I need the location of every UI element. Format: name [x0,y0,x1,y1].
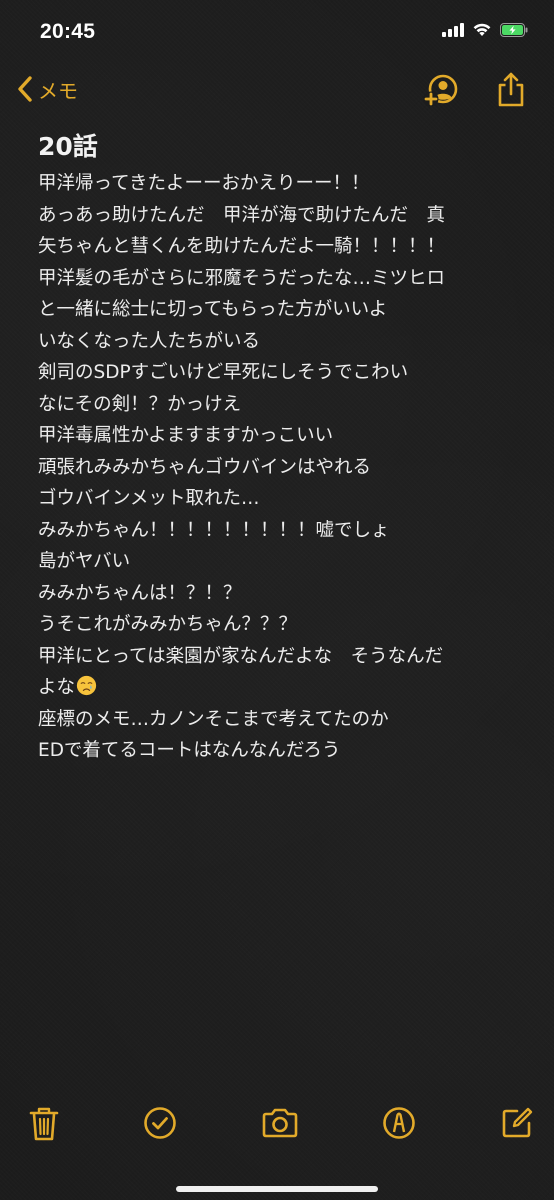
note-line[interactable]: 甲洋髪の毛がさらに邪魔そうだったな…ミツヒロ [38,263,518,295]
note-line[interactable]: みみかちゃんは！？！？ [38,578,518,610]
note-lines[interactable]: 甲洋帰ってきたよーーおかえりーー！！ あっあっ助けたんだ 甲洋が海で助けたんだ 真… [38,168,518,767]
compose-icon [502,1107,533,1138]
note-line[interactable]: みみかちゃん！！！！！！！！！嘘でしょ [38,515,518,547]
camera-icon [262,1108,298,1138]
trash-icon [29,1107,59,1141]
note-line[interactable]: と一緒に総士に切ってもらった方がいいよ [38,294,518,326]
note-line[interactable]: なにその剣！？かっけえ [38,389,518,421]
share-button[interactable] [495,70,527,114]
nav-bar: メモ [0,64,554,120]
back-button-label: メモ [38,78,78,103]
checklist-button[interactable] [143,1106,177,1144]
note-line[interactable]: いなくなった人たちがいる [38,326,518,358]
camera-button[interactable] [261,1106,299,1144]
status-bar: 20:45 [0,0,554,64]
back-button[interactable]: メモ [14,72,78,106]
cellular-signal-icon [442,22,464,37]
status-icons [442,22,528,37]
note-line[interactable]: 剣司のSDPすごいけど早死にしそうでこわい [38,357,518,389]
checklist-icon [144,1107,176,1139]
share-icon [498,72,524,107]
markup-icon [383,1107,415,1139]
add-person-icon [423,74,458,107]
note-line[interactable]: EDで着てるコートはなんなんだろう [38,735,518,767]
wifi-icon [473,23,491,36]
note-line[interactable]: うそこれがみみかちゃん？？？ [38,609,518,641]
delete-button[interactable] [28,1106,60,1146]
battery-charging-icon [500,22,528,37]
note-line[interactable]: 甲洋毒属性かよますますかっこいい [38,420,518,452]
compose-button[interactable] [500,1106,534,1144]
note-line[interactable]: 甲洋帰ってきたよーーおかえりーー！！ [38,168,518,200]
note-line[interactable]: ゴウバインメット取れた… [38,483,518,515]
markup-button[interactable] [382,1106,416,1144]
bottom-toolbar [0,1100,554,1150]
note-line[interactable]: 座標のメモ…カノンそこまで考えてたのか [38,704,518,736]
chevron-left-icon [18,76,32,102]
crying-face-emoji [76,675,97,696]
status-time: 20:45 [40,20,96,43]
note-line[interactable]: よな [38,672,518,704]
note-line[interactable]: 頑張れみみかちゃんゴウバインはやれる [38,452,518,484]
add-person-button[interactable] [421,70,461,114]
note-title[interactable]: 20話 [38,128,518,166]
note-line[interactable]: あっあっ助けたんだ 甲洋が海で助けたんだ 真 [38,200,518,232]
note-line[interactable]: 甲洋にとっては楽園が家なんだよな そうなんだ [38,641,518,673]
note-body[interactable]: 20話 甲洋帰ってきたよーーおかえりーー！！ あっあっ助けたんだ 甲洋が海で助けた… [38,128,518,767]
note-line[interactable]: 島がヤバい [38,546,518,578]
note-line[interactable]: 矢ちゃんと彗くんを助けたんだよ一騎！！！！！ [38,231,518,263]
home-indicator [176,1186,378,1192]
